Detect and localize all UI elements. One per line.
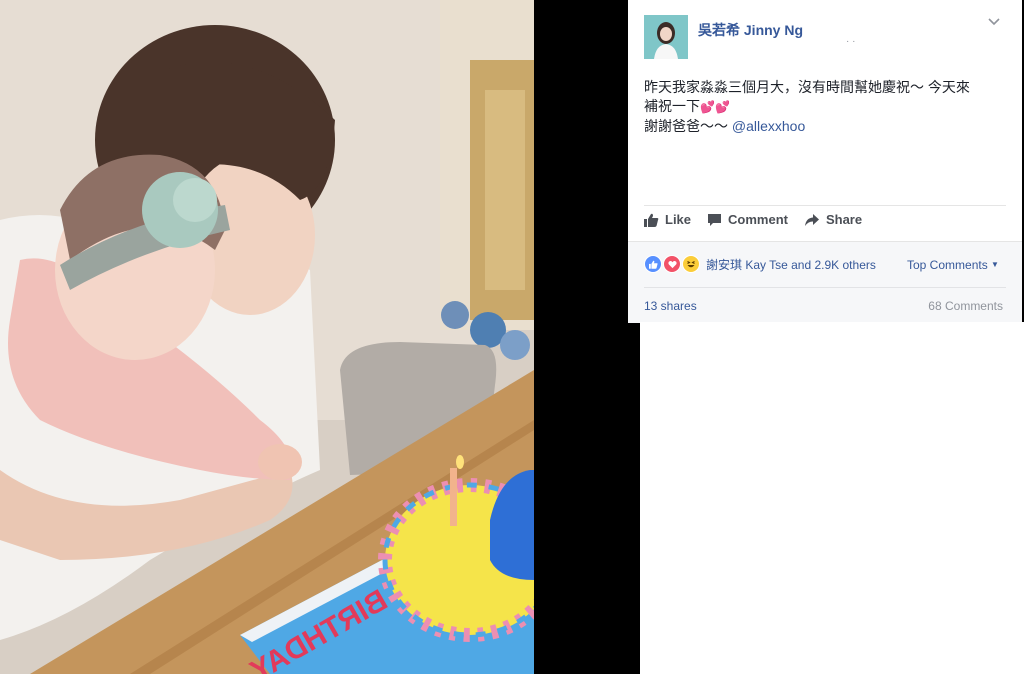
shares-count[interactable]: 13 shares [644, 299, 697, 313]
caret-down-icon: ▼ [991, 260, 999, 269]
comments-count[interactable]: 68 Comments [928, 299, 1003, 313]
blank-area [640, 322, 1024, 674]
reactions-summary[interactable]: 謝安琪 Kay Tse and 2.9K others [644, 255, 876, 273]
reactions-text: 謝安琪 Kay Tse and 2.9K others [706, 257, 876, 272]
post-text-line-1: 昨天我家淼淼三個月大，沒有時間幫她慶祝～ 今天來 [644, 79, 970, 95]
avatar-image [644, 15, 688, 59]
chevron-down-icon[interactable] [988, 14, 1000, 29]
audience-indicator: · · [846, 36, 856, 47]
share-button[interactable]: Share [804, 212, 862, 227]
post-photo[interactable]: BIRTHDAY [0, 0, 534, 674]
author-name[interactable]: 吳若希 Jinny Ng [698, 20, 803, 40]
avatar[interactable] [644, 15, 688, 59]
haha-reaction-icon [682, 255, 700, 273]
like-icon [644, 213, 659, 227]
post-text: 昨天我家淼淼三個月大，沒有時間幫她慶祝～ 今天來 補祝一下💕💕 謝謝爸爸～～ @… [644, 78, 1008, 136]
post-text-line-2: 補祝一下💕💕 [644, 97, 1008, 117]
comment-button[interactable]: Comment [707, 212, 788, 227]
like-button[interactable]: Like [644, 212, 691, 227]
share-icon [804, 213, 819, 226]
photo-illustration: BIRTHDAY [0, 0, 534, 674]
post-stats: 謝安琪 Kay Tse and 2.9K others Top Comments… [628, 241, 1022, 323]
top-comments-label: Top Comments [907, 258, 988, 272]
like-reaction-icon [644, 255, 662, 273]
mention-link[interactable]: @allexxhoo [732, 118, 805, 134]
hearts-emoji: 💕💕 [700, 100, 730, 114]
divider [644, 205, 1006, 206]
post-actions: Like Comment Share [644, 212, 878, 227]
like-label: Like [665, 212, 692, 227]
love-reaction-icon [663, 255, 681, 273]
post-text-line-3-text: 謝謝爸爸～～ [644, 118, 732, 134]
comment-icon [708, 213, 722, 226]
comment-label: Comment [728, 212, 788, 227]
top-comments-dropdown[interactable]: Top Comments ▼ [907, 258, 999, 272]
post-card: 吳若希 Jinny Ng · · 昨天我家淼淼三個月大，沒有時間幫她慶祝～ 今天… [628, 0, 1022, 323]
divider [644, 287, 1006, 288]
post-text-line-3: 謝謝爸爸～～ @allexxhoo [644, 117, 1008, 136]
share-label: Share [825, 212, 863, 227]
post-text-line-2-text: 補祝一下 [644, 98, 700, 114]
